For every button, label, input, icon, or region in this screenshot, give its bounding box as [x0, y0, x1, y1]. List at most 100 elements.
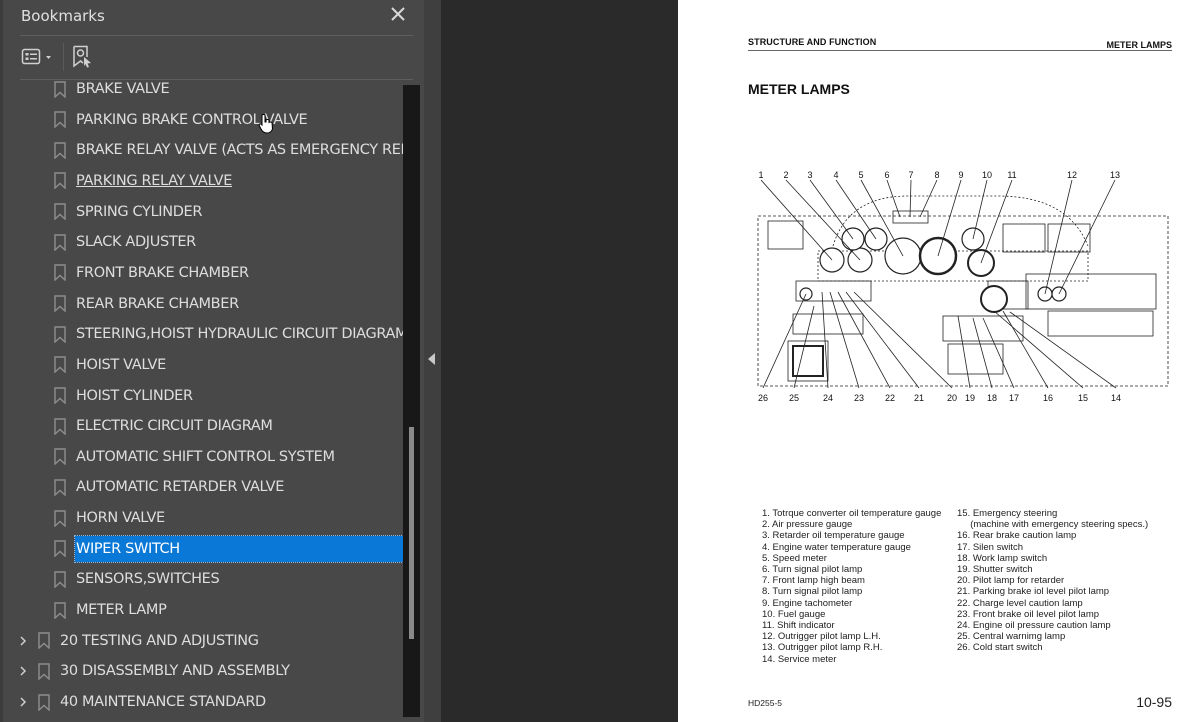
- callout-number: 20: [947, 393, 957, 403]
- bookmark-item[interactable]: HOIST CYLINDER: [3, 381, 403, 411]
- bookmark-item[interactable]: 20 TESTING AND ADJUSTING: [3, 626, 403, 656]
- bookmark-label[interactable]: SENSORS,SWITCHES: [76, 571, 220, 587]
- bookmark-label[interactable]: 30 DISASSEMBLY AND ASSEMBLY: [60, 663, 290, 679]
- leader-line: [1044, 179, 1073, 295]
- callout-number: 12: [1067, 170, 1077, 180]
- bookmark-item[interactable]: HOIST VALVE: [3, 350, 403, 380]
- bookmark-label[interactable]: PARKING RELAY VALVE: [76, 173, 232, 189]
- bookmark-item[interactable]: FRONT BRAKE CHAMBER: [3, 258, 403, 288]
- bookmark-label[interactable]: METER LAMP: [76, 602, 167, 618]
- callout-number: 10: [982, 170, 992, 180]
- bookmark-label[interactable]: HORN VALVE: [76, 510, 165, 526]
- bookmark-item[interactable]: 30 DISASSEMBLY AND ASSEMBLY: [3, 656, 403, 686]
- bookmark-label[interactable]: AUTOMATIC RETARDER VALVE: [76, 479, 284, 495]
- bookmark-label[interactable]: SLACK ADJUSTER: [76, 234, 196, 250]
- bookmark-item[interactable]: PARKING BRAKE CONTROL VALVE: [3, 105, 403, 135]
- legend-entry: 25. Central warnimg lamp: [957, 631, 1066, 643]
- leader-line: [919, 179, 938, 218]
- bookmark-label[interactable]: 20 TESTING AND ADJUSTING: [60, 633, 259, 649]
- bookmark-label[interactable]: FRONT BRAKE CHAMBER: [76, 265, 249, 281]
- bookmark-icon: [54, 387, 66, 404]
- bookmark-item[interactable]: ELECTRIC CIRCUIT DIAGRAM: [3, 411, 403, 441]
- chevron-right-icon[interactable]: [18, 665, 28, 677]
- bookmark-icon: [54, 601, 66, 619]
- options-menu-button[interactable]: [21, 45, 55, 69]
- legend-entry: 21. Parking brake iol level pilot lamp: [957, 586, 1110, 598]
- legend-entry: 11. Shift indicator: [762, 620, 835, 632]
- callout-number: 14: [1111, 393, 1121, 403]
- page-header-topic: METER LAMPS: [1106, 40, 1172, 50]
- callout-number: 8: [934, 170, 939, 180]
- close-panel-button[interactable]: [389, 5, 407, 23]
- bookmark-label[interactable]: ELECTRIC CIRCUIT DIAGRAM: [76, 418, 273, 434]
- callout-number: 13: [1110, 170, 1120, 180]
- bookmark-item[interactable]: SLACK ADJUSTER: [3, 227, 403, 257]
- chevron-right-icon[interactable]: [18, 635, 28, 647]
- leader-line: [809, 179, 854, 240]
- bookmark-label[interactable]: 40 MAINTENANCE STANDARD: [60, 694, 266, 710]
- bookmark-item[interactable]: WIPER SWITCH: [3, 534, 403, 564]
- bookmark-label[interactable]: BRAKE VALVE: [76, 81, 170, 97]
- legend-entry: 24. Engine oil pressure caution lamp: [957, 620, 1111, 632]
- legend-entry: 8. Turn signal pilot lamp: [762, 586, 863, 598]
- callout-number: 4: [833, 170, 838, 180]
- bookmark-item[interactable]: SPRING CYLINDER: [3, 197, 403, 227]
- bookmark-item[interactable]: METER LAMP: [3, 595, 403, 625]
- legend-entry: 22. Charge level caution lamp: [957, 597, 1083, 609]
- legend-entry: 16. Rear brake caution lamp: [957, 530, 1077, 542]
- scrollbar-thumb[interactable]: [409, 426, 414, 639]
- bookmark-label[interactable]: HOIST VALVE: [76, 357, 166, 373]
- bookmark-item[interactable]: PARKING RELAY VALVE: [3, 166, 403, 196]
- legend-entry: 7. Front lamp high beam: [762, 575, 865, 587]
- bookmark-item[interactable]: REAR BRAKE CHAMBER: [3, 289, 403, 319]
- instrument-panel-diagram: 1 2 3 4 5 6 7 8 9 10 11 12 1326 25 24 23 22 21 20 19 18 17 16 1…: [757, 170, 1169, 403]
- bookmark-item[interactable]: AUTOMATIC SHIFT CONTROL SYSTEM: [3, 442, 403, 472]
- callout-number: 19: [965, 393, 975, 403]
- list-options-icon: [21, 48, 51, 65]
- bookmark-label[interactable]: PARKING BRAKE CONTROL VALVE: [76, 112, 308, 128]
- bookmark-label[interactable]: STEERING,HOIST HYDRAULIC CIRCUIT DIAGRAM: [76, 326, 403, 342]
- chevron-right-icon[interactable]: [18, 696, 28, 708]
- callout-number: 23: [854, 393, 864, 403]
- bookmark-item[interactable]: BRAKE VALVE: [3, 80, 403, 104]
- bookmark-item[interactable]: BRAKE RELAY VALVE (ACTS AS EMERGENCY REL…: [3, 135, 403, 165]
- legend-entry: 18. Work lamp switch: [957, 552, 1048, 564]
- bookmark-item[interactable]: HORN VALVE: [3, 503, 403, 533]
- bookmark-label[interactable]: REAR BRAKE CHAMBER: [76, 296, 239, 312]
- bookmark-label[interactable]: BRAKE RELAY VALVE (ACTS AS EMERGENCY REL…: [76, 142, 403, 158]
- bookmark-icon: [54, 356, 66, 374]
- bookmark-scrollbar[interactable]: [403, 85, 420, 717]
- bookmark-icon: [54, 264, 66, 282]
- bookmark-item[interactable]: 40 MAINTENANCE STANDARD: [3, 687, 403, 717]
- bookmark-label[interactable]: WIPER SWITCH: [74, 534, 403, 563]
- callout-number: 26: [758, 393, 768, 403]
- callout-number: 11: [1007, 170, 1016, 180]
- collapse-panel-arrow-icon[interactable]: [428, 353, 435, 365]
- legend-entry: 6. Turn signal pilot lamp: [762, 564, 863, 576]
- legend-entry: 15. Emergency steering: [957, 508, 1058, 519]
- callout-number: 18: [987, 393, 997, 403]
- header-rule: [748, 50, 1172, 51]
- find-current-bookmark-button[interactable]: [72, 45, 94, 69]
- callout-number: 5: [858, 170, 863, 180]
- bookmark-label[interactable]: AUTOMATIC SHIFT CONTROL SYSTEM: [76, 449, 335, 465]
- bookmark-item[interactable]: SENSORS,SWITCHES: [3, 564, 403, 594]
- leader-line: [993, 310, 1084, 389]
- leader-line: [886, 179, 901, 218]
- legend-entry: 12. Outrigger pilot lamp L.H.: [762, 631, 881, 643]
- bookmark-icon: [54, 509, 66, 527]
- bookmark-label[interactable]: SPRING CYLINDER: [76, 204, 202, 220]
- find-current-bookmark-icon: [73, 45, 91, 68]
- bookmark-icon: [38, 663, 50, 680]
- bookmark-item[interactable]: STEERING,HOIST HYDRAULIC CIRCUIT DIAGRAM: [3, 319, 403, 349]
- leader-line: [853, 291, 953, 389]
- bookmark-label[interactable]: HOIST CYLINDER: [76, 388, 193, 404]
- bookmark-icon: [54, 234, 66, 251]
- legend-entry: 10. Fuel gauge: [762, 608, 826, 620]
- legend-entry: 19. Shutter switch: [957, 564, 1033, 576]
- bookmark-item[interactable]: AUTOMATIC RETARDER VALVE: [3, 472, 403, 502]
- callout-number: 22: [885, 393, 895, 403]
- legend-left-column: 1. Totrque converter oil temperature gau…: [762, 508, 941, 665]
- legend-entry: 5. Speed meter: [762, 552, 827, 564]
- panel-splitter[interactable]: [424, 0, 441, 722]
